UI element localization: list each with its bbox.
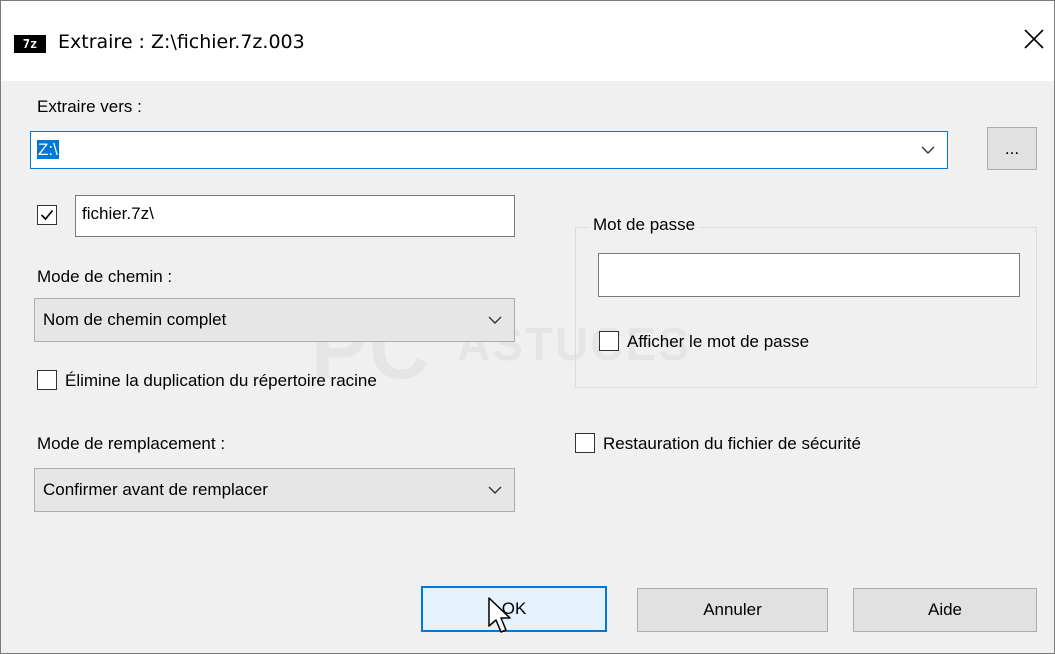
show-password-label: Afficher le mot de passe (627, 332, 810, 351)
cancel-button[interactable]: Annuler (637, 588, 828, 632)
restore-security-checkbox[interactable] (575, 433, 595, 453)
eliminate-duplication-checkbox[interactable] (37, 370, 57, 390)
show-password-checkbox[interactable] (599, 331, 619, 351)
mouse-cursor-icon (488, 597, 511, 633)
overwrite-mode-value: Confirmer avant de remplacer (43, 480, 268, 499)
path-mode-select[interactable]: Nom de chemin complet (34, 298, 515, 342)
chevron-down-icon (488, 316, 502, 324)
checkmark-icon (40, 209, 54, 221)
subfolder-checkbox[interactable] (37, 205, 57, 225)
extract-to-value[interactable]: Z:\ (37, 140, 59, 159)
extract-to-combobox[interactable]: Z:\ (30, 131, 948, 169)
overwrite-mode-label: Mode de remplacement : (37, 434, 226, 453)
password-input[interactable] (598, 253, 1020, 297)
path-mode-label: Mode de chemin : (37, 267, 173, 286)
chevron-down-icon[interactable] (921, 146, 935, 154)
close-icon[interactable] (1022, 27, 1046, 51)
eliminate-duplication-label: Élimine la duplication du répertoire rac… (65, 371, 377, 390)
help-button[interactable]: Aide (853, 588, 1037, 632)
subfolder-input-value: fichier.7z\ (82, 204, 154, 223)
subfolder-input[interactable]: fichier.7z\ (75, 195, 515, 237)
title-bar[interactable]: 7z Extraire : Z:\fichier.7z.003 (1, 1, 1054, 81)
chevron-down-icon (488, 486, 502, 494)
window-title: Extraire : Z:\fichier.7z.003 (58, 31, 305, 53)
password-group-title: Mot de passe (589, 215, 700, 235)
path-mode-value: Nom de chemin complet (43, 310, 227, 329)
7zip-app-icon: 7z (14, 35, 46, 53)
restore-security-label: Restauration du fichier de sécurité (603, 434, 861, 453)
extract-to-label: Extraire vers : (37, 97, 142, 116)
browse-button[interactable]: ... (987, 127, 1037, 170)
overwrite-mode-select[interactable]: Confirmer avant de remplacer (34, 468, 515, 512)
extract-dialog: 7z Extraire : Z:\fichier.7z.003 PC ASTUC… (0, 0, 1055, 654)
password-groupbox (575, 227, 1037, 388)
